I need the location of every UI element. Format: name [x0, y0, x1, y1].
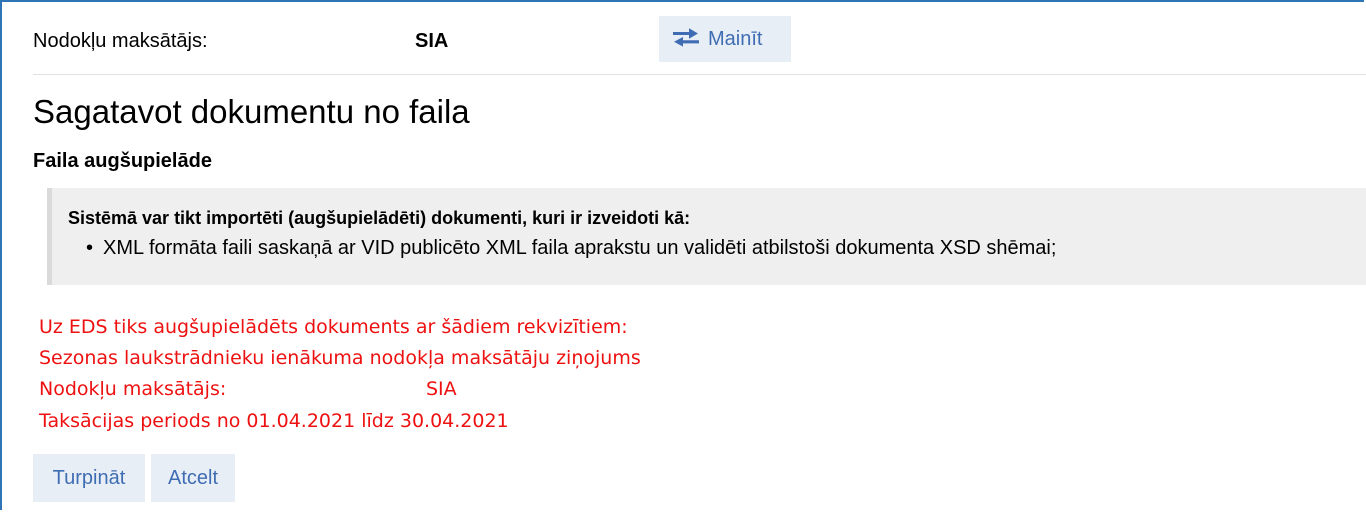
page-title: Sagatavot dokumentu no faila — [33, 93, 470, 130]
notice-taxpayer-label: Nodokļu maksātājs: — [39, 378, 227, 400]
section-subtitle: Faila augšupielāde — [33, 150, 212, 172]
bullet-icon: • — [86, 237, 94, 259]
info-list-item: • XML formāta faili saskaņā ar VID public… — [86, 237, 1056, 260]
notice-line-taxpayer: Nodokļu maksātājs: SIA — [39, 378, 457, 400]
notice-line-intro: Uz EDS tiks augšupielādēts dokuments ar … — [39, 316, 628, 338]
change-taxpayer-button[interactable]: Mainīt — [659, 16, 791, 62]
change-button-label: Mainīt — [708, 27, 763, 50]
info-title: Sistēmā var tikt importēti (augšupielādē… — [68, 208, 691, 228]
divider — [33, 74, 1366, 75]
continue-button[interactable]: Turpināt — [33, 454, 145, 502]
cancel-button[interactable]: Atcelt — [151, 454, 235, 502]
notice-line-document: Sezonas laukstrādnieku ienākuma nodokļa … — [39, 347, 641, 369]
notice-taxpayer-value: SIA — [426, 378, 457, 400]
info-item-text: XML formāta faili saskaņā ar VID publicē… — [103, 237, 1057, 259]
taxpayer-bar: Nodokļu maksātājs: SIA Mainīt — [0, 0, 1366, 74]
notice-line-period: Taksācijas periods no 01.04.2021 līdz 30… — [39, 410, 509, 432]
taxpayer-label: Nodokļu maksātājs: — [33, 30, 208, 52]
taxpayer-value: SIA — [415, 30, 449, 52]
swap-arrows-icon — [673, 28, 699, 47]
info-box: Sistēmā var tikt importēti (augšupielādē… — [47, 188, 1366, 285]
